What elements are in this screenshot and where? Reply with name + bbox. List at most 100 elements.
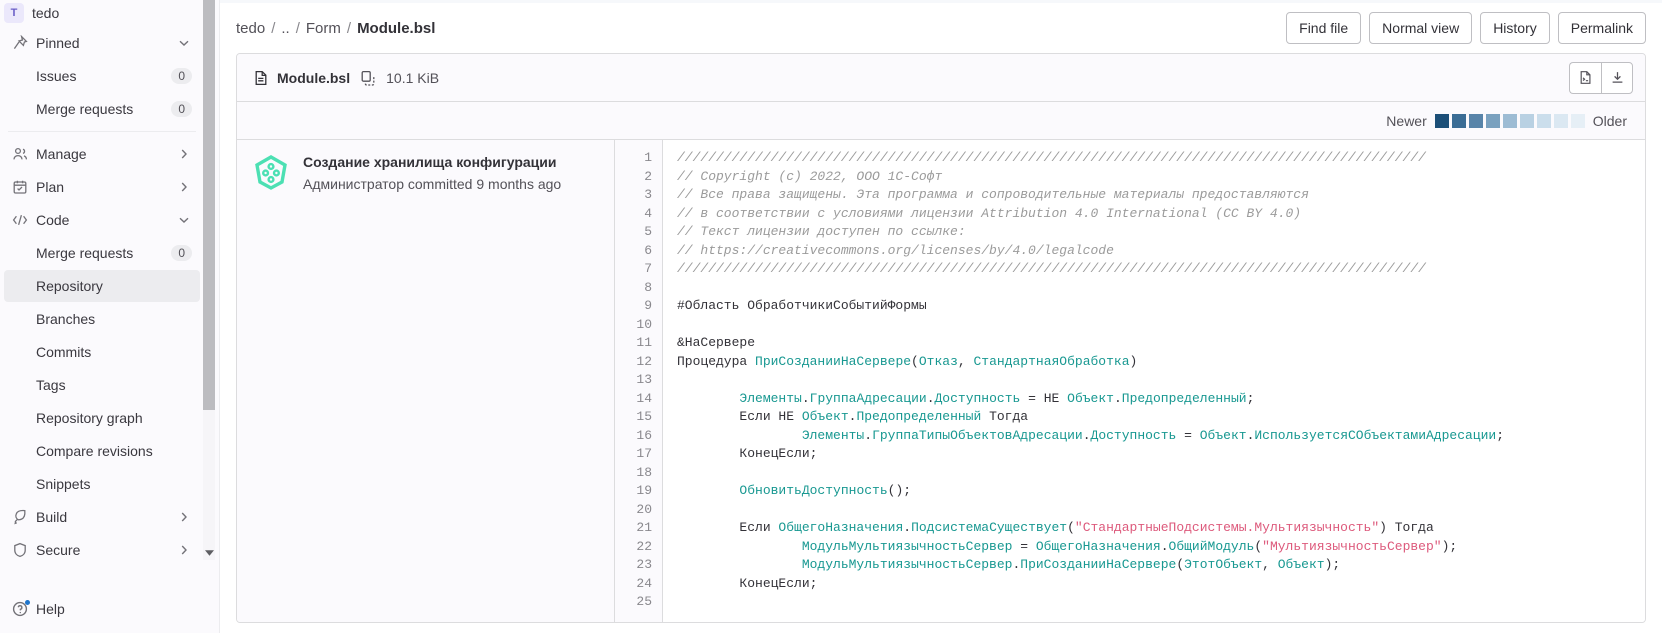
history[interactable]: History [1480,12,1550,44]
sidebar-item-snippets[interactable]: Snippets [4,468,200,500]
blame-age-legend: Newer Older [237,102,1645,140]
sidebar-item-count: 0 [171,245,192,261]
code-token-cm: // https://creativecommons.org/licenses/… [677,242,1114,258]
code-token-pl: Если НЕ [677,409,802,424]
code-token-cm: // в соответствии с условиями лицензии A… [677,205,1302,221]
sidebar-item-manage[interactable]: Manage [4,138,200,170]
legend-swatches [1434,113,1585,128]
sidebar-item-label: Tags [36,377,66,393]
code-token-pl: Если [677,520,779,535]
sidebar-item-merge-requests[interactable]: Merge requests 0 [4,237,200,269]
calendar-icon [12,179,28,195]
file-blame-card: Module.bsl 10.1 KiB Newer Older Создание… [236,53,1646,623]
code-token-id: ПриСозданииНаСервере [755,353,912,369]
sidebar-item-plan[interactable]: Plan [4,171,200,203]
sidebar-item-commits[interactable]: Commits [4,336,200,368]
code-line: ОбновитьДоступность(); [677,482,1645,501]
open-raw-button[interactable] [1569,61,1601,94]
sidebar-item-label: Snippets [36,476,91,492]
chevron-right-icon[interactable] [176,509,192,525]
sidebar-divider [8,131,196,132]
copy-icon[interactable] [360,70,376,86]
breadcrumb-item[interactable]: .. [281,20,289,37]
sidebar-item-label: Repository graph [36,410,143,426]
code-token-id: ОбщегоНазначения [778,520,904,535]
sidebar-item-pinned[interactable]: Pinned [4,27,200,59]
file-header-actions [1569,61,1633,94]
code-token-str: "МультиязычностьСервер" [1262,538,1442,554]
code-line: // https://creativecommons.org/licenses/… [677,242,1645,261]
code-line: Процедура ПриСозданииНаСервере(Отказ, Ст… [677,353,1645,372]
chevron-right-icon[interactable] [176,542,192,558]
sidebar-item-build[interactable]: Build [4,501,200,533]
sidebar-item-branches[interactable]: Branches [4,303,200,335]
code-token-id: ОбновитьДоступность [739,483,888,498]
sidebar-item-tags[interactable]: Tags [4,369,200,401]
shield-icon [12,542,28,558]
sidebar-item-compare-revisions[interactable]: Compare revisions [4,435,200,467]
code-token-pl: (); [887,483,912,498]
code-content[interactable]: ////////////////////////////////////////… [663,140,1645,622]
code-token-id: Предопределенный [1121,390,1247,406]
code-token-pl: КонецЕсли; [677,446,818,461]
code-token-id: Объект [801,409,849,424]
code-line: Элементы.ГруппаТипыОбъектовАдресации.Дос… [677,427,1645,446]
code-token-pl: #Область ОбработчикиСобытийФормы [677,298,927,313]
sidebar-item-label: Branches [36,311,96,327]
code-token-cm: // Все права защищены. Эта программа и с… [677,187,1309,202]
scrollbar-thumb[interactable] [203,0,215,410]
sidebar-item-count: 0 [171,68,192,84]
sidebar-item-label: Merge requests [36,245,134,261]
sidebar-context-switcher[interactable]: T tedo [0,0,204,26]
chevron-right-icon[interactable] [176,179,192,195]
sidebar-item-code[interactable]: Code [4,204,200,236]
code-token-pl: &НаСервере [677,335,756,350]
blame-commit-column: Создание хранилища конфигурации Админист… [237,140,615,622]
chevron-down-icon[interactable] [176,212,192,228]
code-token-id: ОбщийМодуль [1168,538,1255,554]
sidebar-item-label: Repository [36,278,103,294]
download-button[interactable] [1601,61,1633,94]
breadcrumb-item[interactable]: tedo [236,20,265,37]
scroll-down-arrow-icon[interactable] [203,546,215,560]
sidebar-item-repository[interactable]: Repository [4,270,200,302]
find-file[interactable]: Find file [1286,12,1362,44]
commit-title[interactable]: Создание хранилища конфигурации [303,152,561,172]
line-numbers[interactable]: 1 2 3 4 5 6 7 8 9 10 11 12 13 14 15 16 1… [615,140,663,622]
sidebar-item-merge-requests-pinned[interactable]: Merge requests 0 [4,93,200,125]
code-token-pl: ); [1324,557,1341,572]
permalink[interactable]: Permalink [1557,12,1646,44]
sidebar-scrollbar[interactable] [203,0,215,633]
sidebar-item-repository-graph[interactable]: Repository graph [4,402,200,434]
code-icon [12,212,28,228]
legend-swatch [1451,113,1466,128]
project-avatar: T [4,3,24,23]
gitlab-repository-file-blame-page: T tedo Pinned Issues 0 Merge requests 0 Manag… [0,0,1662,633]
code-token-pl: . [1160,538,1169,554]
code-line: // Copyright (c) 2022, ООО 1С-Софт [677,168,1645,187]
sidebar-item-issues[interactable]: Issues 0 [4,60,200,92]
sidebar-item-help[interactable]: Help [0,593,204,625]
code-token-cm: ////////////////////////////////////////… [677,150,1426,165]
legend-swatch [1468,113,1483,128]
normal-view[interactable]: Normal view [1369,12,1473,44]
commit-author-avatar [253,154,289,190]
legend-newer-label: Newer [1386,112,1427,129]
chevron-down-icon[interactable] [176,35,192,51]
sidebar-item-secure[interactable]: Secure [4,534,200,566]
project-name: tedo [32,5,60,21]
code-token-pl: ( [1067,520,1075,535]
code-token-id: МодульМультиязычностьСервер [801,538,1013,554]
code-token-pl: = [1012,538,1036,554]
sidebar-item-label: Commits [36,344,92,360]
code-token-pl: ; [1246,390,1255,406]
chevron-right-icon[interactable] [176,146,192,162]
code-line: #Область ОбработчикиСобытийФормы [677,297,1645,316]
code-line: // Все права защищены. Эта программа и с… [677,186,1645,205]
breadcrumb-item[interactable]: Form [306,20,341,37]
code-token-id: ПриСозданииНаСервере [1020,557,1177,572]
code-token-pl: Тогда [981,409,1029,424]
